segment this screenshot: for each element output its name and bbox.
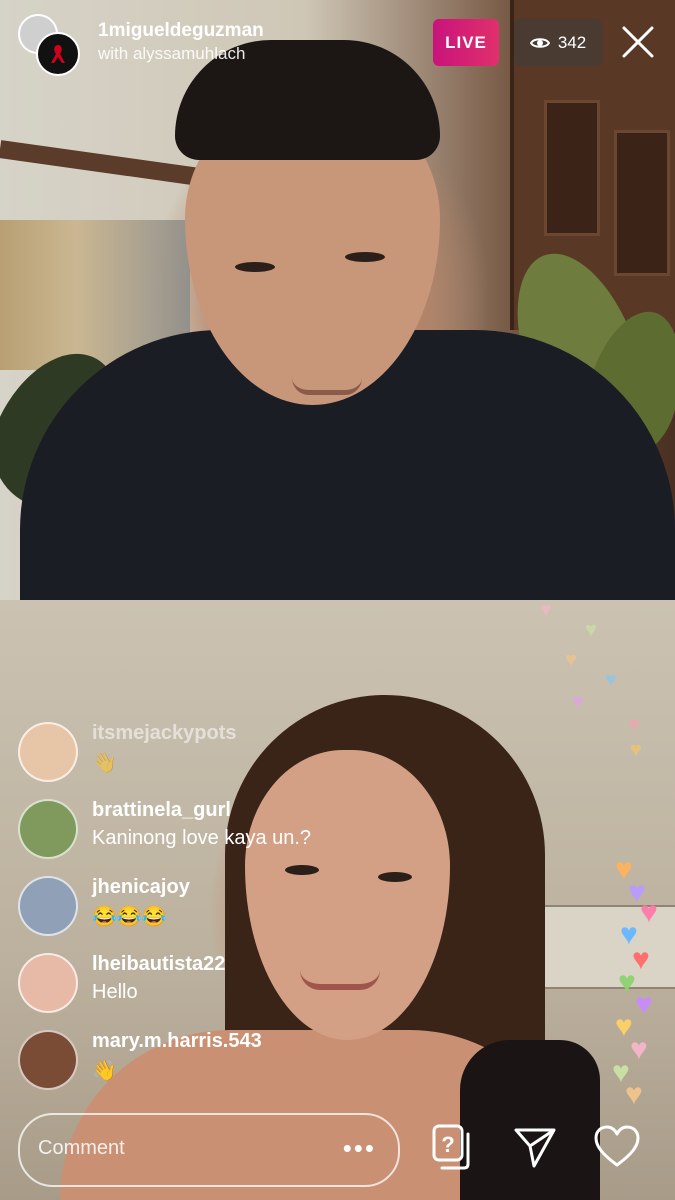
comment-text: Hello	[92, 981, 138, 1003]
floating-heart-icon: ♥	[565, 649, 577, 671]
comment-item: mary.m.harris.543 👋	[18, 1030, 438, 1090]
floating-heart-icon: ♥	[585, 619, 597, 641]
send-icon[interactable]	[510, 1122, 560, 1172]
floating-heart-icon: ♥	[630, 739, 642, 761]
commenter-username[interactable]: jhenicajoy	[92, 876, 190, 899]
question-cards-icon[interactable]: ?	[428, 1122, 478, 1172]
floating-heart-icon: ♥	[625, 1078, 643, 1111]
commenter-avatar[interactable]	[18, 876, 78, 936]
host-mouth	[292, 378, 362, 395]
comment-item: itsmejackypots 👋	[18, 722, 438, 782]
eye-icon	[529, 37, 550, 48]
commenter-avatar[interactable]	[18, 722, 78, 782]
comment-placeholder: Comment	[38, 1137, 125, 1159]
floating-heart-icon: ♥	[605, 669, 617, 691]
commenter-username[interactable]: mary.m.harris.543	[92, 1030, 262, 1053]
door-panel	[614, 130, 670, 276]
commenter-username[interactable]: lheibautista22	[92, 953, 225, 976]
host-avatar	[36, 32, 80, 76]
live-badge: LIVE	[433, 19, 499, 66]
comment-text: Kaninong love kaya un.?	[92, 827, 312, 849]
comment-item: jhenicajoy 😂😂😂	[18, 876, 438, 936]
host-username[interactable]: 1migueldeguzman	[98, 20, 264, 42]
floating-heart-icon: ♥	[635, 988, 653, 1021]
floating-heart-icon: ♥	[572, 691, 584, 713]
commenter-username[interactable]: brattinela_gurl	[92, 799, 231, 822]
host-avatar-stack[interactable]	[18, 14, 80, 76]
guest-eye	[285, 865, 319, 875]
viewer-count-badge[interactable]: 342	[514, 19, 602, 66]
host-eye	[235, 262, 275, 272]
host-eye	[345, 252, 385, 262]
floating-heart-icon: ♥	[640, 896, 658, 929]
with-guest-text[interactable]: with alyssamuhlach	[98, 44, 245, 64]
floating-heart-icon: ♥	[628, 714, 640, 736]
door-panel	[544, 100, 600, 236]
svg-text:?: ?	[441, 1132, 454, 1157]
floating-heart-icon: ♥	[618, 966, 636, 999]
commenter-avatar[interactable]	[18, 953, 78, 1013]
more-options-button[interactable]: •••	[343, 1133, 376, 1164]
ribbon-icon	[51, 45, 65, 63]
comment-text: 👋	[92, 1060, 117, 1082]
commenter-avatar[interactable]	[18, 799, 78, 859]
comment-item: brattinela_gurl Kaninong love kaya un.?	[18, 799, 438, 859]
commenter-username[interactable]: itsmejackypots	[92, 722, 237, 745]
comment-item: lheibautista22 Hello	[18, 953, 438, 1013]
floating-heart-icon: ♥	[630, 1033, 648, 1066]
floating-heart-icon: ♥	[540, 599, 552, 621]
commenter-avatar[interactable]	[18, 1030, 78, 1090]
mirror-frame	[0, 140, 200, 186]
comment-input[interactable]: Comment •••	[18, 1113, 400, 1187]
guest-top	[460, 1040, 600, 1200]
host-video	[0, 0, 675, 600]
comment-text: 👋	[92, 752, 117, 774]
viewer-count: 342	[557, 32, 587, 52]
comment-text: 😂😂😂	[92, 906, 167, 928]
close-icon[interactable]	[618, 22, 658, 62]
heart-icon[interactable]	[592, 1122, 642, 1172]
